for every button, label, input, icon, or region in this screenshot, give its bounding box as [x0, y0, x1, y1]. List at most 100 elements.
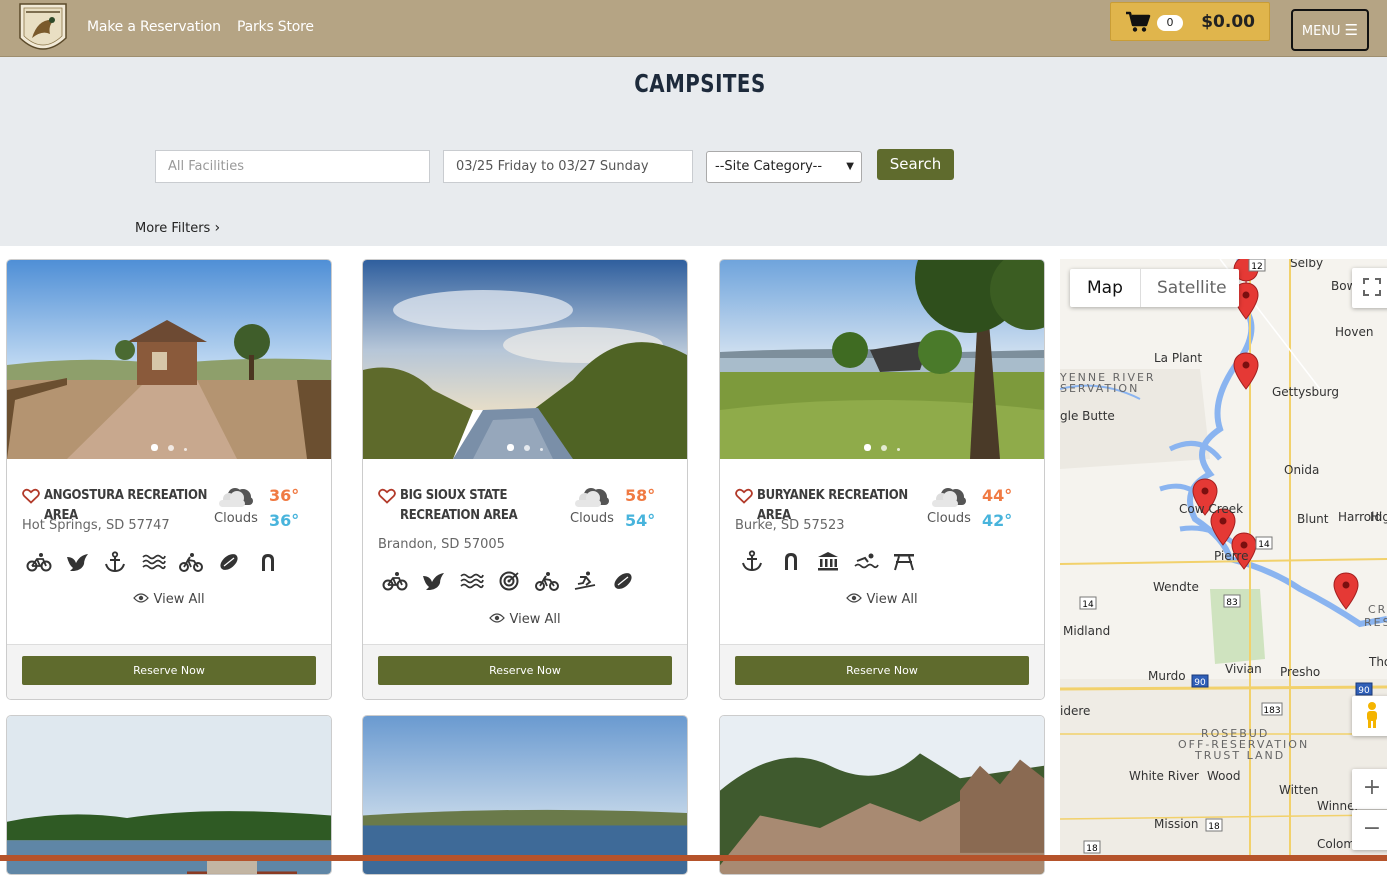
fullscreen-icon[interactable]: [1352, 268, 1387, 308]
zoom-out-button[interactable]: −: [1352, 810, 1387, 850]
map-label: Blunt: [1297, 512, 1329, 526]
shopping-cart-icon: [1126, 11, 1151, 32]
skiing-icon: [572, 570, 598, 592]
map-label: Wendte: [1153, 580, 1199, 594]
view-all-link[interactable]: View All: [363, 612, 687, 627]
park-location: Brandon, SD 57005: [378, 537, 505, 552]
card-footer: Reserve Now: [363, 644, 687, 699]
date-range-input[interactable]: 03/25 Friday to 03/27 Sunday: [443, 150, 693, 183]
map-label: CROW: [1368, 603, 1387, 616]
temp-high: 44°: [982, 486, 1013, 505]
carousel-dot[interactable]: [151, 444, 158, 451]
pegman-icon[interactable]: [1352, 696, 1387, 736]
swimming-waves-icon: [140, 551, 166, 573]
weather-label: Clouds: [570, 511, 614, 526]
cart-button[interactable]: 0 $0.00: [1110, 2, 1270, 41]
temp-low: 42°: [982, 511, 1013, 530]
map-type-satellite-button[interactable]: Satellite: [1157, 278, 1227, 298]
carousel-dots: [363, 436, 687, 455]
reserve-now-button[interactable]: Reserve Now: [735, 656, 1029, 685]
eye-icon: [133, 592, 149, 604]
clouds-weather-icon: [213, 485, 257, 509]
map-label: White River: [1129, 769, 1199, 783]
carousel-dot[interactable]: [507, 444, 514, 451]
carousel-dot[interactable]: [864, 444, 871, 451]
route-shield: 90: [1194, 678, 1206, 688]
target-icon: [496, 570, 522, 592]
menu-button[interactable]: MENU ☰: [1291, 9, 1369, 51]
map-type-divider: [1140, 269, 1141, 307]
carousel-dot[interactable]: [540, 448, 543, 451]
cycling-icon: [26, 551, 52, 573]
carousel-dot[interactable]: [897, 448, 900, 451]
park-card[interactable]: [719, 715, 1045, 875]
nav-make-reservation[interactable]: Make a Reservation: [87, 19, 221, 35]
view-all-label: View All: [866, 592, 918, 607]
view-all-link[interactable]: View All: [720, 592, 1044, 607]
nav-parks-store[interactable]: Parks Store: [237, 19, 314, 35]
carousel-dots: [7, 436, 331, 455]
site-category-select[interactable]: --Site Category-- ▼: [706, 151, 862, 183]
menu-label: MENU: [1301, 24, 1341, 39]
reserve-now-button[interactable]: Reserve Now: [22, 656, 316, 685]
horse-icon: [254, 551, 280, 573]
favorite-heart-icon[interactable]: [22, 488, 40, 504]
carousel-dot[interactable]: [524, 445, 530, 451]
swimming-waves-icon: [458, 570, 484, 592]
route-shield: 12: [1251, 262, 1262, 272]
carousel-dot[interactable]: [184, 448, 187, 451]
footer-strip: [0, 855, 1387, 861]
route-shield: 14: [1082, 600, 1094, 610]
page-title: CAMPSITES: [634, 70, 766, 99]
park-card[interactable]: [362, 715, 688, 875]
reserve-now-button[interactable]: Reserve Now: [378, 656, 672, 685]
map-label: Mission: [1154, 817, 1199, 831]
anchor-icon: [102, 551, 128, 573]
zoom-in-button[interactable]: +: [1352, 769, 1387, 809]
more-filters-label: More Filters: [135, 221, 211, 236]
bird-icon: [64, 551, 90, 573]
site-category-value: --Site Category--: [715, 159, 823, 174]
map-label: Hig: [1370, 510, 1387, 524]
search-button[interactable]: Search: [877, 149, 954, 180]
route-shield: 83: [1226, 598, 1237, 608]
facilities-search-input[interactable]: All Facilities: [155, 150, 430, 183]
carousel-dot[interactable]: [881, 445, 887, 451]
gfp-logo[interactable]: [14, 0, 72, 57]
route-shield: 183: [1263, 706, 1280, 716]
map-label: La Plant: [1154, 351, 1203, 365]
horse-icon: [777, 550, 803, 572]
map-label: Presho: [1280, 665, 1321, 679]
map-label: Witten: [1279, 783, 1319, 797]
route-shield: 18: [1086, 844, 1098, 854]
park-photo[interactable]: [7, 260, 331, 459]
clouds-weather-icon: [569, 485, 613, 509]
map-label: SERVATION: [1060, 382, 1140, 395]
map-label: Midland: [1063, 624, 1111, 638]
map-type-map-button[interactable]: Map: [1087, 278, 1123, 298]
park-name[interactable]: BIG SIOUX STATE RECREATION AREA: [400, 486, 565, 526]
favorite-heart-icon[interactable]: [378, 488, 396, 504]
park-card[interactable]: BURYANEK RECREATION AREA Burke, SD 57523…: [719, 259, 1045, 700]
park-card[interactable]: ANGOSTURA RECREATION AREA Hot Springs, S…: [6, 259, 332, 700]
map-label: Onida: [1284, 463, 1320, 477]
park-card[interactable]: [6, 715, 332, 875]
eye-icon: [489, 612, 505, 624]
mountain-bike-icon: [534, 570, 560, 592]
cart-total: $0.00: [1201, 12, 1255, 32]
park-card[interactable]: BIG SIOUX STATE RECREATION AREA Brandon,…: [362, 259, 688, 700]
park-photo[interactable]: [720, 260, 1044, 459]
park-photo[interactable]: [7, 716, 331, 875]
carousel-dot[interactable]: [168, 445, 174, 451]
more-filters-toggle[interactable]: More Filters ›: [135, 220, 220, 236]
park-photo[interactable]: [363, 716, 687, 875]
temp-low: 54°: [625, 511, 656, 530]
view-all-link[interactable]: View All: [7, 592, 331, 607]
park-photo[interactable]: [720, 716, 1044, 875]
park-photo[interactable]: [363, 260, 687, 459]
favorite-heart-icon[interactable]: [735, 488, 753, 504]
google-map[interactable]: 12 14 14 83 90 90 183 18 18 Selby Bowdle…: [1060, 259, 1387, 861]
top-navbar: Make a Reservation Parks Store 0 $0.00 M…: [0, 0, 1387, 57]
map-label: idere: [1060, 704, 1091, 718]
chevron-down-icon: ▼: [846, 161, 854, 172]
